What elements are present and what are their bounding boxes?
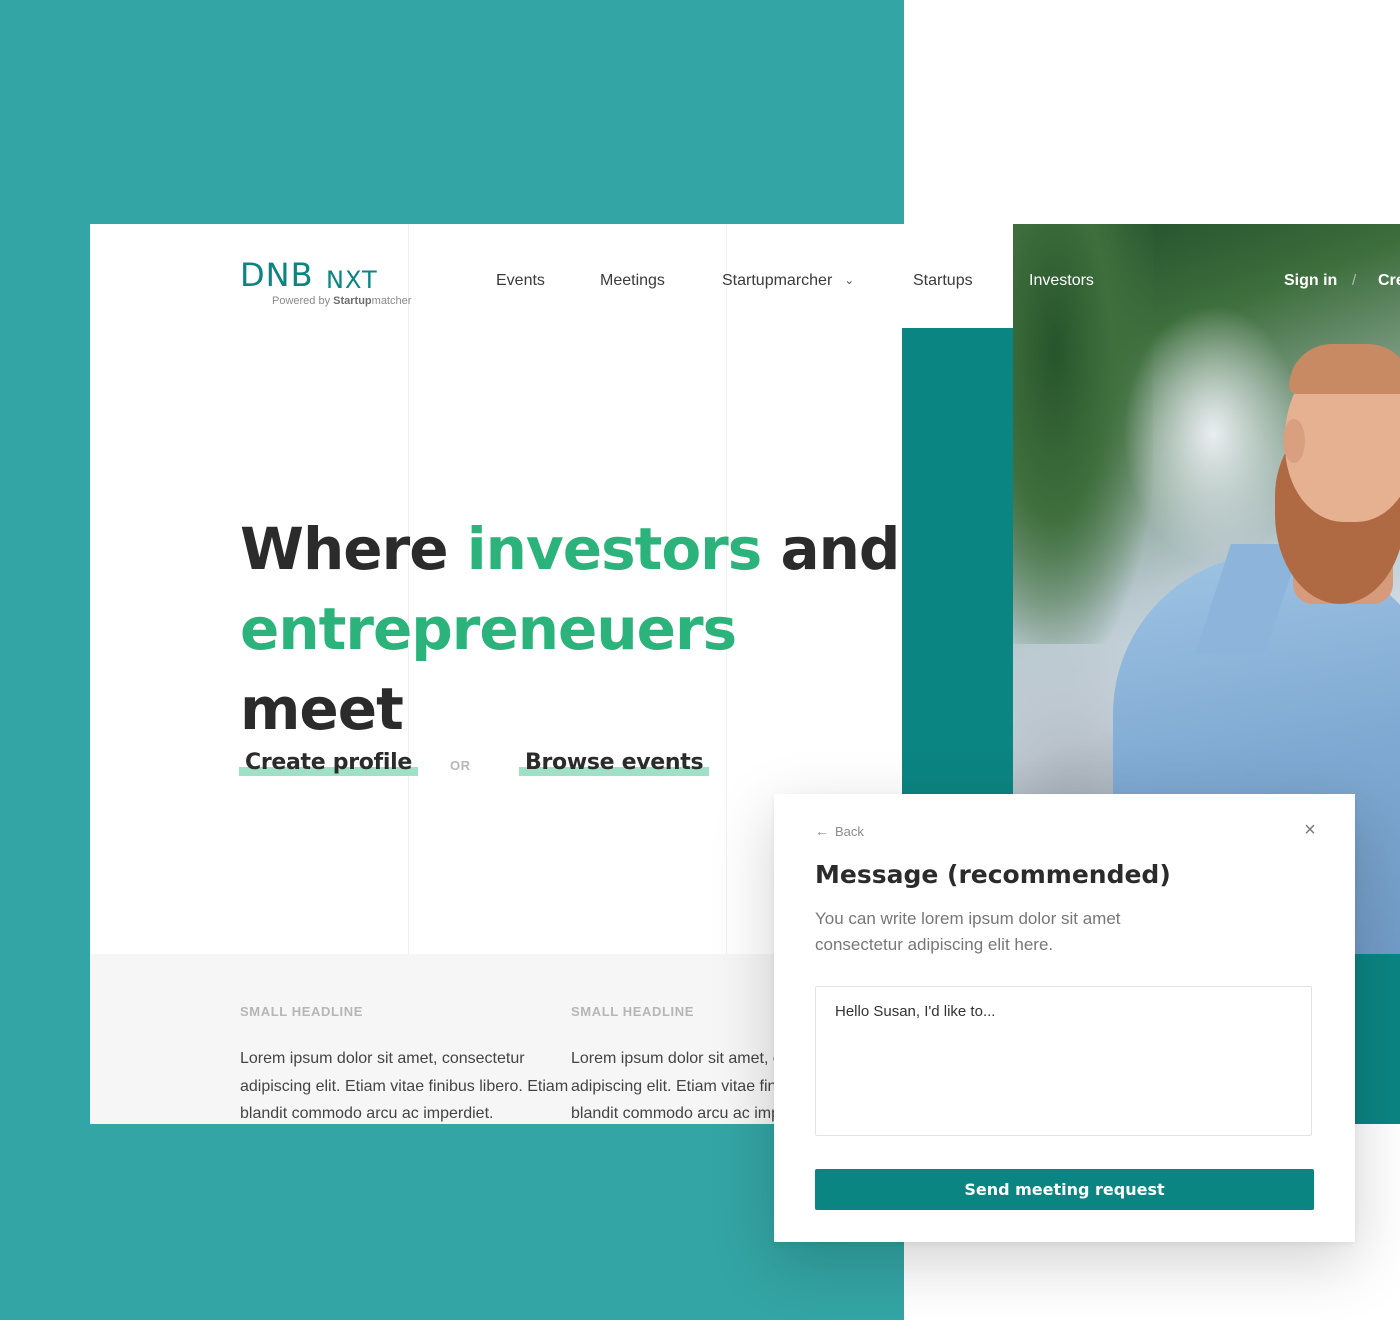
nav-investors[interactable]: Investors — [1029, 272, 1094, 290]
or-separator: OR — [450, 758, 471, 773]
modal-subtitle: You can write lorem ipsum dolor sit amet… — [815, 909, 1121, 954]
hero-word: and — [780, 515, 901, 583]
hero-word: Where — [240, 515, 449, 583]
create-profile-label: Create profile — [245, 750, 412, 775]
hero-word-accent: entrepreneuers — [240, 595, 737, 663]
nav-startupmarcher-label: Startupmarcher — [722, 272, 833, 289]
close-icon[interactable]: × — [1300, 820, 1320, 840]
logo[interactable]: DNB NXT Powered by Startupmatcher — [240, 256, 430, 312]
logo-brand: DNB — [240, 256, 314, 294]
hero-headline: Where investors and entrepreneuers meet — [240, 509, 900, 749]
message-modal: ← Back × Message (recommended) You can wr… — [774, 794, 1355, 1242]
message-textarea[interactable]: Hello Susan, I'd like to... — [815, 986, 1312, 1136]
create-profile-button[interactable]: Create profile — [239, 750, 418, 776]
logo-product: NXT — [326, 266, 378, 294]
feature-headline: SMALL HEADLINE — [240, 1004, 363, 1019]
back-label: Back — [835, 824, 864, 839]
browse-events-button[interactable]: Browse events — [519, 750, 710, 776]
nav-separator: / — [1352, 272, 1357, 289]
back-button[interactable]: ← Back — [815, 823, 864, 839]
modal-title: Message (recommended) — [815, 860, 1171, 889]
feature-column: SMALL HEADLINE Lorem ipsum dolor sit ame… — [240, 1004, 570, 1124]
hero-word-accent: investors — [466, 515, 763, 583]
feature-body: Lorem ipsum dolor sit amet, consectetur … — [240, 1050, 569, 1122]
back-arrow-icon: ← — [815, 823, 829, 839]
hero-word: meet — [240, 675, 404, 743]
logo-powered-by: Powered by Startupmatcher — [272, 295, 412, 307]
nav-events[interactable]: Events — [496, 272, 545, 290]
create-account-link[interactable]: Cre — [1378, 272, 1400, 290]
sign-in-link[interactable]: Sign in — [1284, 272, 1337, 290]
nav-startups[interactable]: Startups — [913, 272, 973, 290]
send-meeting-request-button[interactable]: Send meeting request — [815, 1169, 1314, 1210]
nav-startupmarcher[interactable]: Startupmarcher ⌄ — [722, 272, 854, 290]
chevron-down-icon: ⌄ — [844, 273, 855, 287]
browse-events-label: Browse events — [525, 750, 704, 775]
nav-meetings[interactable]: Meetings — [600, 272, 665, 290]
